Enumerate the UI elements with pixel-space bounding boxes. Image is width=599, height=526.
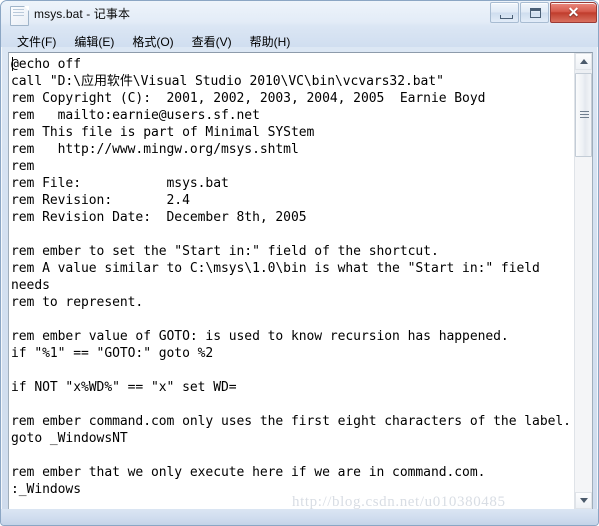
scroll-down-button[interactable]: [575, 492, 592, 509]
notepad-window: msys.bat - 记事本 ✕ 文件(F) 编辑(E) 格式(O) 查看(V)…: [0, 0, 599, 526]
menu-item-help[interactable]: 帮助(H): [241, 32, 300, 52]
scroll-down-arrow-icon: [580, 498, 588, 503]
menu-item-format[interactable]: 格式(O): [123, 32, 182, 52]
minimize-button[interactable]: [490, 2, 519, 23]
editor-client-area: @echo off call "D:\应用软件\Visual Studio 20…: [8, 52, 593, 510]
menu-item-file[interactable]: 文件(F): [8, 32, 65, 52]
close-button[interactable]: ✕: [550, 2, 597, 23]
menu-item-view[interactable]: 查看(V): [183, 32, 241, 52]
close-icon: ✕: [567, 4, 580, 20]
window-controls: ✕: [489, 2, 597, 24]
title-bar[interactable]: msys.bat - 记事本 ✕: [1, 1, 598, 29]
menu-bar: 文件(F) 编辑(E) 格式(O) 查看(V) 帮助(H): [8, 32, 593, 52]
scroll-up-arrow-icon: [580, 59, 588, 64]
text-editor[interactable]: @echo off call "D:\应用软件\Visual Studio 20…: [9, 53, 574, 509]
minimize-icon: [500, 15, 513, 19]
maximize-icon: [530, 8, 541, 18]
scrollbar-thumb[interactable]: [575, 73, 592, 157]
vertical-scrollbar[interactable]: [574, 53, 592, 509]
maximize-button[interactable]: [520, 2, 549, 23]
text-caret: [12, 57, 13, 71]
scrollbar-grip-icon: [580, 111, 589, 118]
editor-text: @echo off call "D:\应用软件\Visual Studio 20…: [11, 57, 571, 497]
scroll-up-button[interactable]: [575, 53, 592, 70]
window-bottom-frame: [1, 509, 598, 525]
notepad-icon-fold: [24, 6, 29, 11]
menu-item-edit[interactable]: 编辑(E): [65, 32, 123, 52]
notepad-icon: [10, 6, 29, 26]
notepad-icon-lines: [13, 9, 24, 18]
window-title: msys.bat - 记事本: [34, 7, 131, 21]
